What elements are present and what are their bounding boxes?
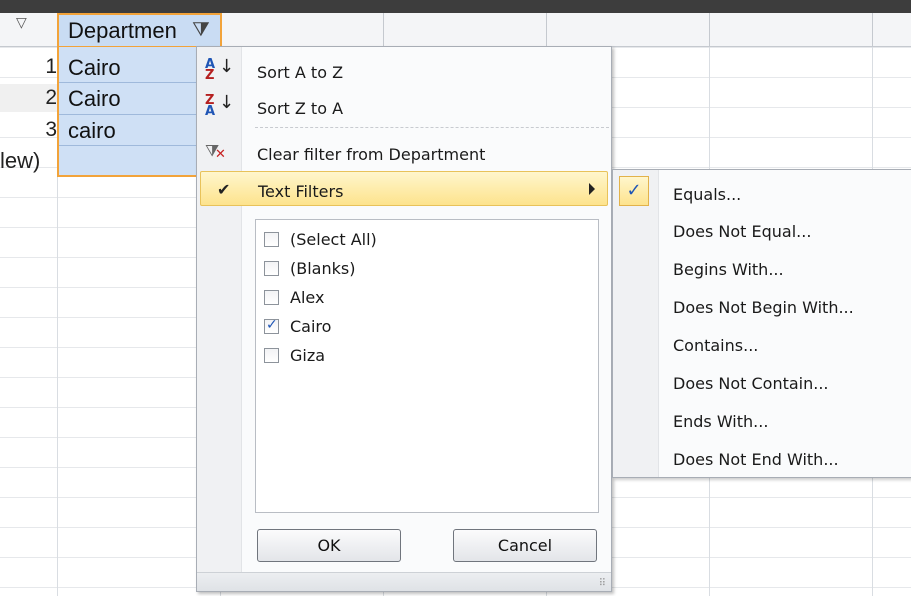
does-not-end-with-item[interactable]: Does Not End With... — [673, 450, 839, 469]
values-checklist[interactable]: (Select All) (Blanks) Alex Cairo Giza — [255, 219, 599, 513]
new-row-label: lew) — [0, 148, 41, 173]
filter-dropdown-menu: A Z ↓ Sort A to Z Z A ↓ Sort Z to A ⧩ ✕ Clear… — [196, 46, 612, 592]
text-filters-label: Text Filters — [258, 182, 344, 201]
column-divider — [709, 13, 710, 46]
menu-separator — [255, 127, 609, 128]
list-item-label: Cairo — [290, 317, 332, 336]
resize-grip-bar[interactable]: ⠿ — [197, 572, 611, 591]
list-item-label: (Blanks) — [290, 259, 356, 278]
cancel-button[interactable]: Cancel — [453, 529, 597, 562]
column-divider — [872, 13, 873, 46]
ends-with-item[interactable]: Ends With... — [673, 412, 768, 431]
checkmark-icon: ✓ — [619, 176, 649, 206]
sort-a-to-z-icon: A Z ↓ — [205, 56, 235, 83]
list-item-label: Giza — [290, 346, 326, 365]
table-cell[interactable]: cairo — [68, 118, 116, 144]
menu-icon-gutter — [197, 47, 242, 591]
checkbox-checked[interactable] — [264, 317, 279, 334]
table-cell[interactable]: Cairo — [68, 86, 121, 112]
does-not-contain-item[interactable]: Does Not Contain... — [673, 374, 829, 393]
sort-z-to-a-item[interactable]: Z A ↓ Sort Z to A — [197, 89, 611, 125]
checkbox[interactable] — [264, 261, 279, 276]
list-item-label: (Select All) — [290, 230, 377, 249]
sort-a-to-z-item[interactable]: A Z ↓ Sort A to Z — [197, 53, 611, 89]
checkbox[interactable] — [264, 348, 279, 363]
column-divider — [546, 13, 547, 46]
does-not-equal-item[interactable]: Does Not Equal... — [673, 222, 811, 241]
table-cell[interactable]: Cairo — [68, 55, 121, 81]
sort-z-to-a-icon: Z A ↓ — [205, 92, 235, 119]
checkmark-icon: ✔ — [217, 180, 231, 199]
does-not-begin-with-item[interactable]: Does Not Begin With... — [673, 298, 854, 317]
window-top-bar — [0, 0, 911, 13]
row-number: 1 — [45, 55, 57, 78]
row-number: 2 — [45, 86, 57, 109]
checkbox[interactable] — [264, 290, 279, 305]
text-filters-submenu: ✓ Equals... Does Not Equal... Begins Wit… — [612, 169, 911, 478]
sort-z-to-a-label: Sort Z to A — [257, 99, 344, 118]
clear-filter-label: Clear filter from Department — [257, 145, 486, 164]
column-divider — [383, 13, 384, 46]
triangle-down-icon[interactable]: ▽ — [16, 15, 27, 31]
begins-with-item[interactable]: Begins With... — [673, 260, 784, 279]
text-filters-item[interactable]: ✔ Text Filters — [200, 171, 608, 206]
submenu-arrow-icon — [589, 183, 595, 195]
clear-filter-icon: ⧩ ✕ — [205, 141, 226, 162]
equals-item[interactable]: Equals... — [673, 185, 741, 204]
list-item-label: Alex — [290, 288, 325, 307]
contains-item[interactable]: Contains... — [673, 336, 758, 355]
submenu-icon-gutter — [613, 170, 659, 477]
row-number: 3 — [45, 118, 57, 141]
resize-grip-icon[interactable]: ⠿ — [599, 578, 607, 589]
clear-filter-item[interactable]: ⧩ ✕ Clear filter from Department — [197, 135, 611, 171]
funnel-filter-icon[interactable]: ⧩ — [192, 17, 210, 41]
sort-a-to-z-label: Sort A to Z — [257, 63, 344, 82]
checkbox[interactable] — [264, 232, 279, 247]
department-header-label: Departmen — [68, 18, 177, 43]
ok-button[interactable]: OK — [257, 529, 401, 562]
